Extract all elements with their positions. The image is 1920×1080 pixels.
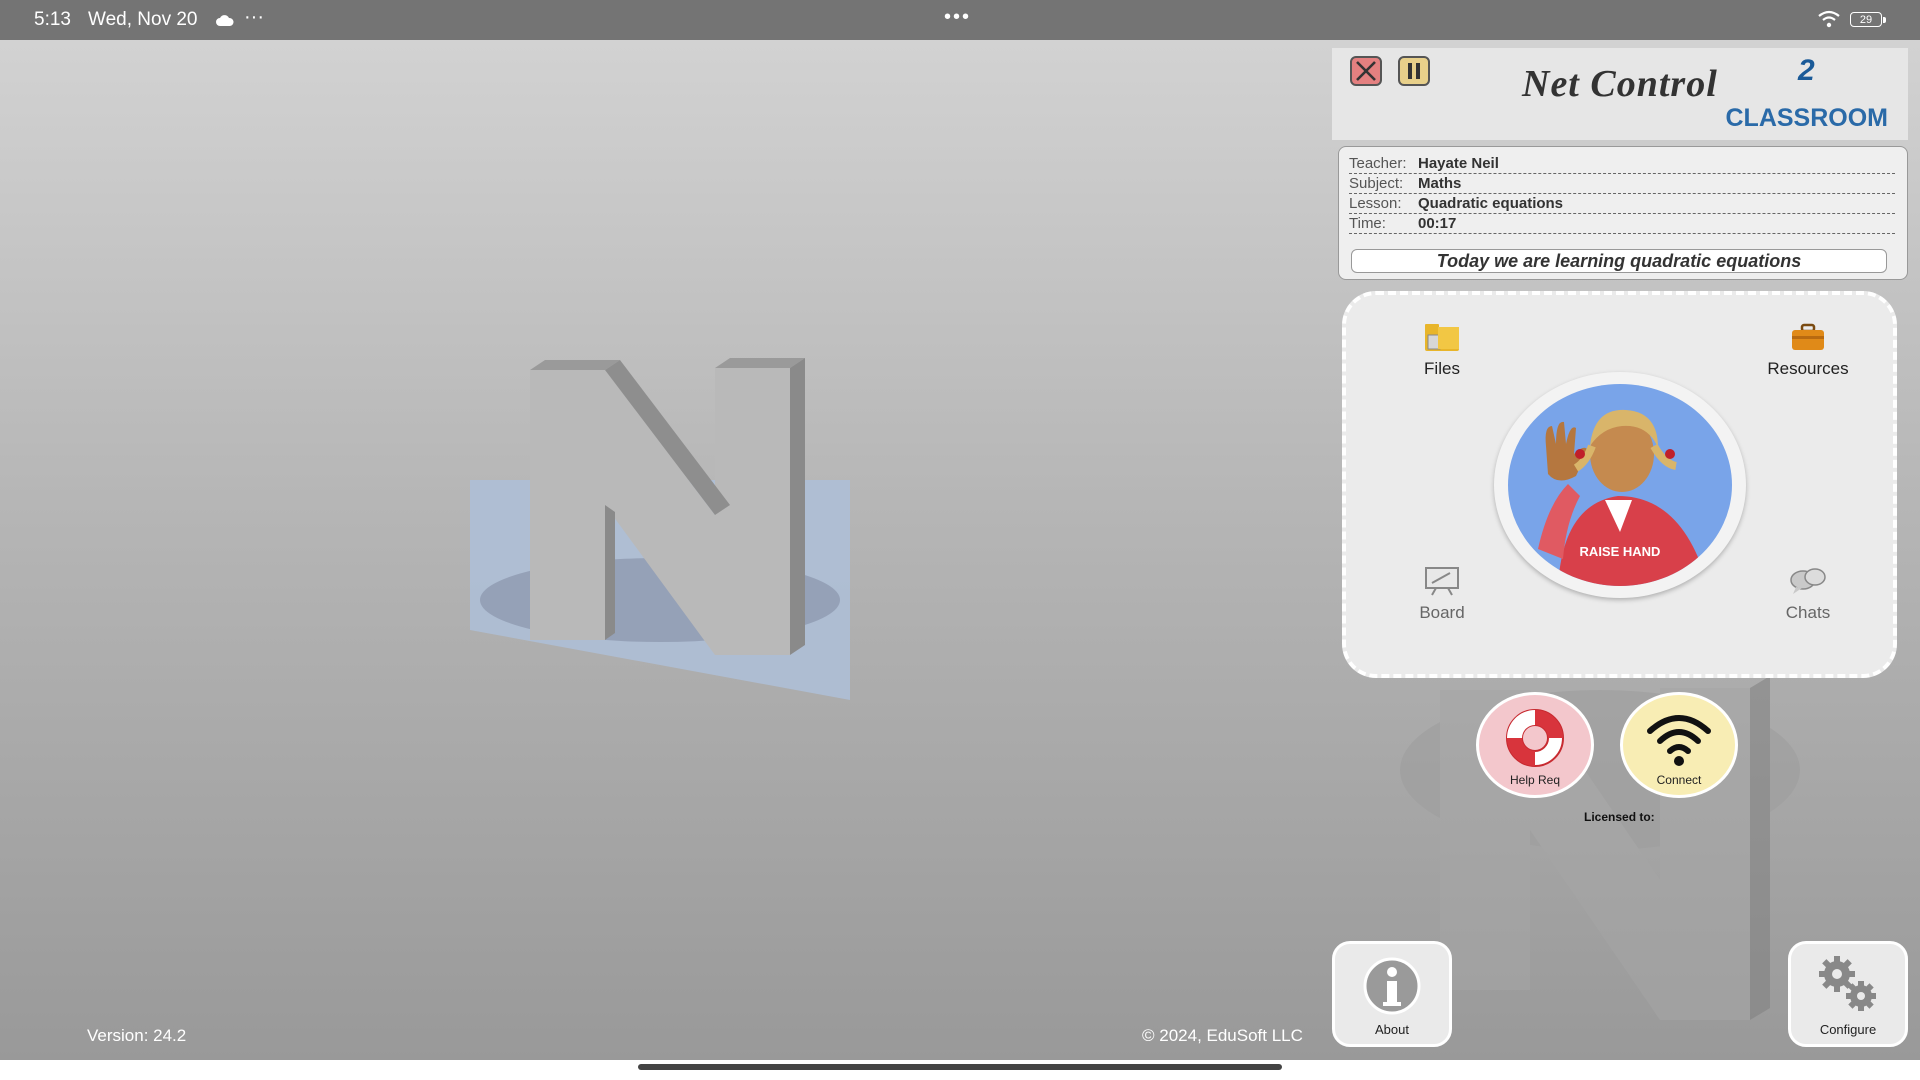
teacher-label: Teacher: [1349, 155, 1407, 172]
chats-label: Chats [1785, 603, 1831, 622]
status-date: Wed, Nov 20 [88, 9, 198, 30]
version-label: Version: 24.2 [87, 1026, 187, 1045]
info-icon [1363, 957, 1421, 1015]
files-button[interactable]: Files [1382, 321, 1502, 379]
help-request-label: Help Req [1509, 773, 1561, 787]
cloud-icon [216, 11, 234, 33]
time-label: Time: [1349, 215, 1386, 232]
lesson-message: Today we are learning quadratic equation… [1351, 249, 1887, 273]
multitask-dots[interactable]: ••• [944, 6, 971, 29]
briefcase-icon [1792, 323, 1824, 350]
pause-button[interactable] [1398, 56, 1430, 86]
tools-panel: Files Resources RAISE HAND Board Chats [1342, 291, 1897, 678]
home-indicator[interactable] [638, 1064, 1282, 1070]
time-value: 00:17 [1418, 215, 1457, 232]
chat-bubbles-icon [1790, 568, 1826, 594]
connect-label: Connect [1656, 773, 1702, 787]
files-label: Files [1424, 359, 1460, 378]
net-control-logo-image [470, 358, 850, 700]
system-status-bar: 5:13 Wed, Nov 20 ··· ••• 29 [0, 0, 1920, 40]
subject-value: Maths [1418, 175, 1462, 192]
configure-label: Configure [1819, 1022, 1877, 1037]
brand-superscript: 2 [1798, 54, 1815, 87]
status-time: 5:13 [34, 9, 71, 30]
about-button[interactable]: About [1332, 941, 1452, 1047]
connect-button[interactable]: Connect [1620, 692, 1738, 798]
raise-hand-face: RAISE HAND [1508, 384, 1732, 586]
resources-label: Resources [1767, 359, 1849, 378]
licensed-to-label: Licensed to: [1584, 810, 1655, 824]
brand-subtitle: CLASSROOM [1725, 104, 1889, 132]
subject-row: Subject: Maths [1349, 173, 1895, 194]
pause-icon [1408, 63, 1420, 79]
lifebuoy-icon [1506, 709, 1564, 767]
raise-hand-button[interactable]: RAISE HAND [1494, 372, 1746, 598]
gears-icon [1819, 956, 1876, 1011]
configure-button[interactable]: Configure [1788, 941, 1908, 1047]
chats-button[interactable]: Chats [1748, 565, 1868, 623]
folder-icon [1425, 324, 1459, 351]
subject-label: Subject: [1349, 175, 1404, 192]
copyright-label: © 2024, EduSoft LLC [1142, 1026, 1303, 1045]
wifi-connect-icon [1647, 715, 1711, 766]
status-more-icon: ··· [244, 6, 264, 28]
whiteboard-icon [1425, 567, 1459, 596]
help-request-button[interactable]: Help Req [1476, 692, 1594, 798]
board-button[interactable]: Board [1382, 565, 1502, 623]
lesson-value: Quadratic equations [1418, 195, 1564, 212]
teacher-row: Teacher: Hayate Neil [1349, 153, 1895, 174]
lesson-label: Lesson: [1349, 195, 1402, 212]
close-button[interactable] [1350, 56, 1382, 86]
board-label: Board [1419, 603, 1465, 622]
time-row: Time: 00:17 [1349, 213, 1895, 234]
battery-icon: 29 [1850, 12, 1886, 27]
close-icon [1356, 61, 1376, 81]
bottom-strip [0, 1060, 1920, 1080]
raise-hand-label: RAISE HAND [1579, 544, 1661, 559]
wifi-icon [1817, 10, 1841, 34]
lesson-row: Lesson: Quadratic equations [1349, 193, 1895, 214]
resources-button[interactable]: Resources [1748, 321, 1868, 379]
teacher-value: Hayate Neil [1418, 155, 1499, 172]
lesson-info-panel: Teacher: Hayate Neil Subject: Maths Less… [1338, 146, 1908, 280]
brand-title: Net Control [1522, 63, 1718, 105]
about-label: About [1375, 1022, 1409, 1037]
app-header: Net Control 2 CLASSROOM [1332, 48, 1908, 140]
